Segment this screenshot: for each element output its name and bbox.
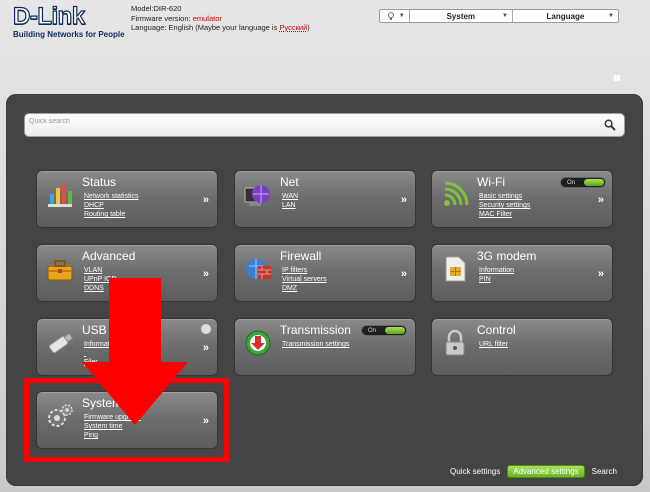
link-wan[interactable]: WAN (282, 192, 298, 201)
chevron-down-icon: ▼ (501, 13, 508, 19)
tile-title: 3G modem (477, 249, 537, 263)
firewall-icon (246, 259, 271, 279)
link-network-statistics[interactable]: Network statistics (84, 192, 138, 201)
quick-search-input[interactable] (29, 116, 599, 126)
brand-tagline: Building Networks for People (13, 30, 125, 39)
chevron-right-icon[interactable]: » (598, 268, 604, 280)
transmission-toggle[interactable]: On (361, 325, 407, 336)
firmware-info: Model:DIR-620 Firmware version: emulator… (131, 4, 310, 33)
bar-chart-icon (48, 184, 72, 207)
link-information[interactable]: Information (479, 266, 514, 275)
link-security-settings[interactable]: Security settings (479, 201, 530, 210)
padlock-icon (445, 329, 465, 356)
link-pin[interactable]: PIN (479, 275, 514, 284)
search-link[interactable]: Search (592, 467, 617, 476)
magnifier-icon[interactable] (604, 119, 616, 131)
mode-switcher: Quick settings Advanced settings Search (450, 465, 617, 478)
language-suggest-link[interactable]: Русский (279, 23, 307, 32)
link-transmission-settings[interactable]: Transmission settings (282, 340, 349, 349)
tile-status[interactable]: Status Network statistics DHCP Routing t… (36, 170, 218, 228)
lamp-icon (388, 11, 395, 20)
tile-3g-modem[interactable]: 3G modem Information PIN » (431, 244, 613, 302)
link-virtual-servers[interactable]: Virtual servers (282, 275, 327, 284)
chevron-down-icon: ▼ (608, 13, 614, 19)
tile-title: Control (477, 323, 516, 337)
tile-title: Firewall (280, 249, 322, 263)
link-basic-settings[interactable]: Basic settings (479, 192, 530, 201)
advanced-settings-button[interactable]: Advanced settings (507, 465, 585, 478)
link-vlan[interactable]: VLAN (84, 266, 117, 275)
grid-dots-icon[interactable]: ▮▮ (613, 73, 621, 82)
chevron-right-icon[interactable]: » (203, 342, 209, 354)
tile-title: Net (280, 175, 299, 189)
dlink-logo: D-Link Building Networks for People (12, 3, 125, 39)
model-line: Model:DIR-620 (131, 4, 182, 13)
globe-network-icon (244, 185, 270, 206)
tile-firewall[interactable]: Firewall IP filters Virtual servers DMZ … (234, 244, 416, 302)
sim-card-icon (445, 256, 466, 282)
chevron-down-icon: ▼ (398, 13, 405, 19)
tile-net[interactable]: Net WAN LAN » (234, 170, 416, 228)
link-dhcp[interactable]: DHCP (84, 201, 138, 210)
top-menu-bar: ▼ System ▼ Language ▼ (379, 9, 619, 23)
firmware-value: emulator (192, 13, 222, 23)
eject-icon[interactable] (201, 324, 211, 334)
annotation-highlight-box (24, 378, 229, 462)
tools-menu[interactable]: ▼ (380, 10, 410, 22)
link-lan[interactable]: LAN (282, 201, 298, 210)
chevron-right-icon[interactable]: » (401, 194, 407, 206)
link-url-filter[interactable]: URL filter (479, 340, 508, 349)
quick-search-bar (24, 113, 625, 137)
language-menu[interactable]: Language ▼ (513, 10, 618, 22)
chevron-right-icon[interactable]: » (598, 194, 604, 206)
wifi-signal-icon (444, 181, 469, 206)
tile-title: Advanced (82, 249, 136, 263)
chevron-right-icon[interactable]: » (203, 268, 209, 280)
system-menu[interactable]: System ▼ (410, 10, 513, 22)
download-arrow-icon (245, 330, 271, 356)
link-routing-table[interactable]: Routing table (84, 210, 138, 219)
tile-wifi[interactable]: Wi-Fi On Basic settings Security setting… (431, 170, 613, 228)
link-mac-filter[interactable]: MAC Filter (479, 210, 530, 219)
tile-control[interactable]: Control URL filter (431, 318, 613, 376)
tile-title: Status (82, 175, 117, 189)
usb-drive-icon (48, 332, 74, 354)
wifi-toggle[interactable]: On (560, 177, 606, 188)
toolbox-icon (47, 260, 73, 281)
brand-name: D-Link (12, 3, 85, 30)
system-menu-label: System (446, 11, 476, 21)
tile-transmission[interactable]: Transmission On Transmission settings (234, 318, 416, 376)
chevron-right-icon[interactable]: » (203, 194, 209, 206)
chevron-right-icon[interactable]: » (401, 268, 407, 280)
firmware-line: Firmware version: emulator (131, 13, 222, 23)
language-line: Language: English (Maybe your language i… (131, 23, 310, 32)
tile-title: Transmission (280, 323, 351, 337)
link-dmz[interactable]: DMZ (282, 284, 327, 293)
link-ip-filters[interactable]: IP filters (282, 266, 327, 275)
language-menu-label: Language (546, 11, 585, 21)
tile-title: Wi-Fi (477, 175, 505, 189)
quick-settings-link[interactable]: Quick settings (450, 467, 500, 476)
